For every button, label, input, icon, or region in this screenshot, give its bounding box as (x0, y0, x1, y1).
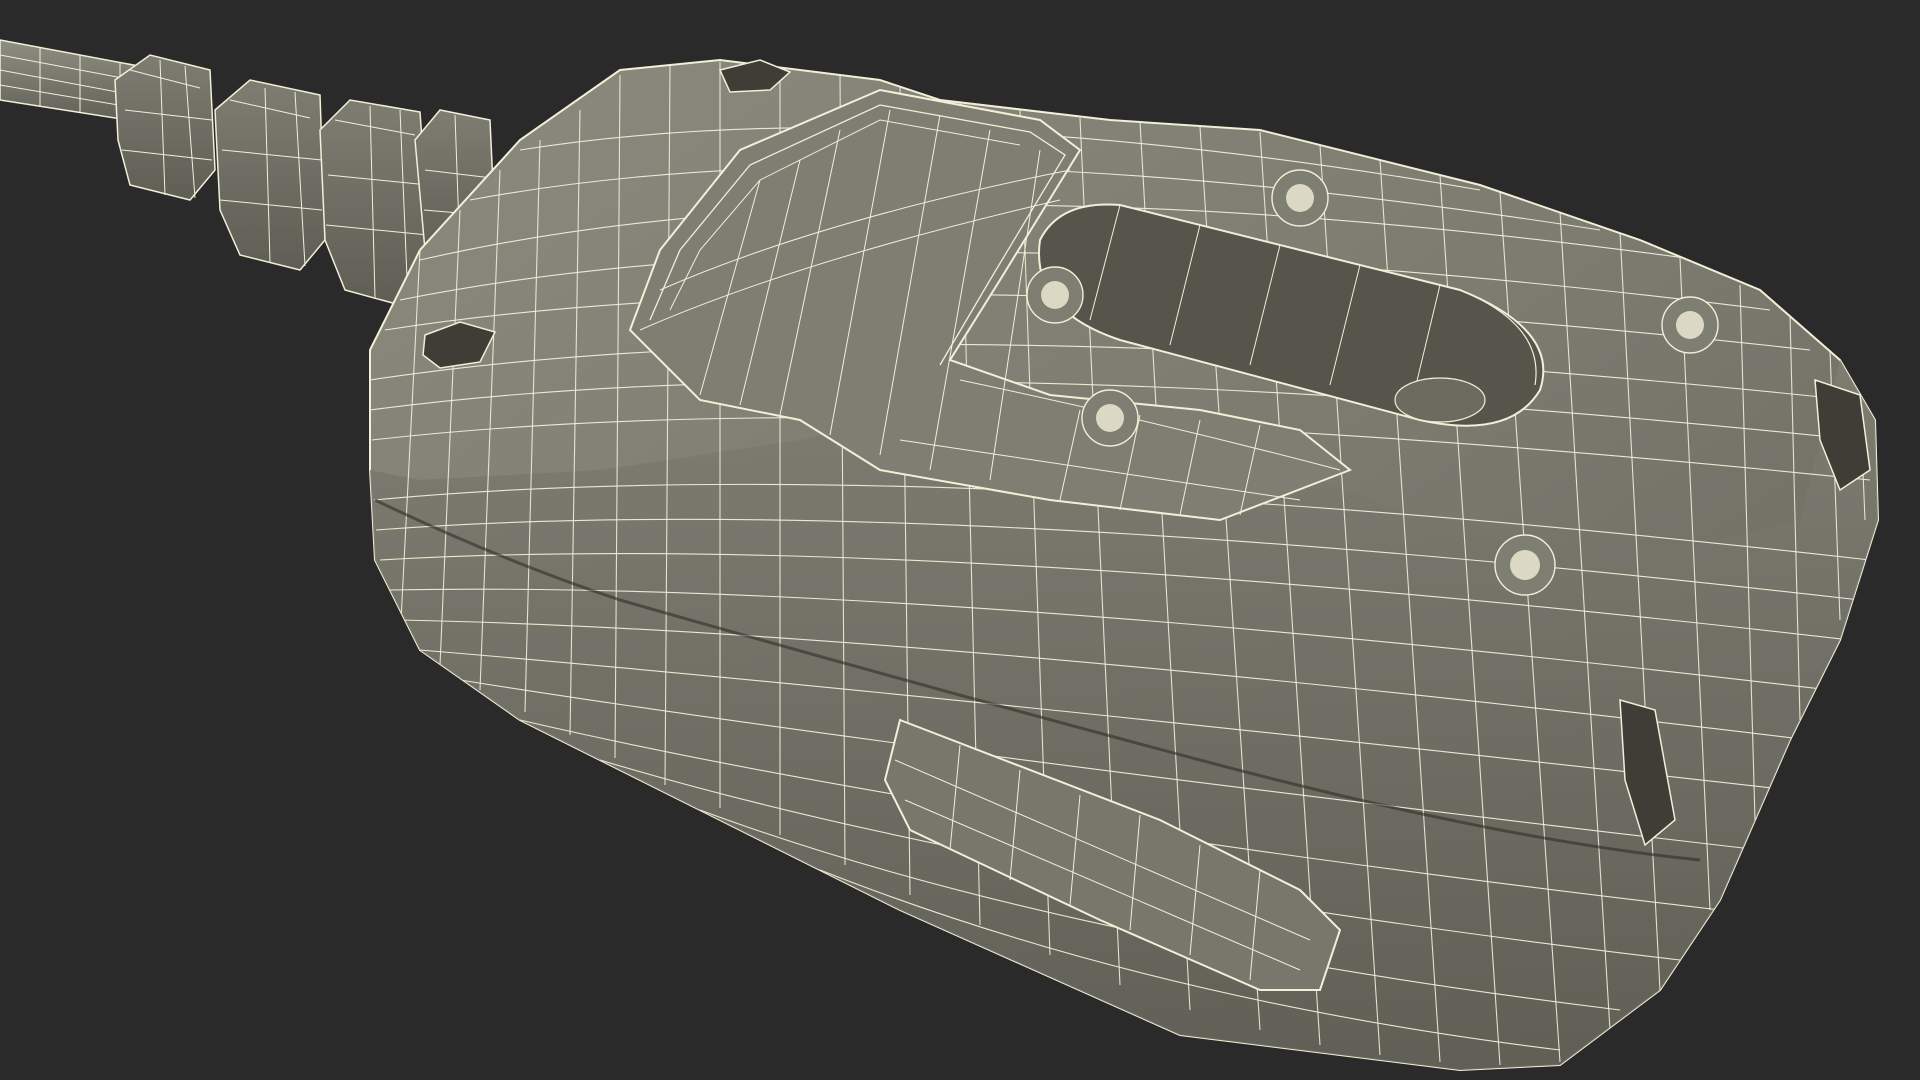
strain-relief-rib (214, 79, 326, 271)
strain-relief-rib (114, 54, 216, 201)
screw-icon (1081, 389, 1139, 447)
screw-icon (1271, 169, 1329, 227)
render-viewport (0, 0, 1920, 1080)
wireframe-render (0, 39, 1880, 1072)
screw-icon (1026, 266, 1084, 324)
slot-button (1394, 377, 1486, 423)
screw-icon (1494, 534, 1556, 596)
screw-icon (1661, 296, 1719, 354)
